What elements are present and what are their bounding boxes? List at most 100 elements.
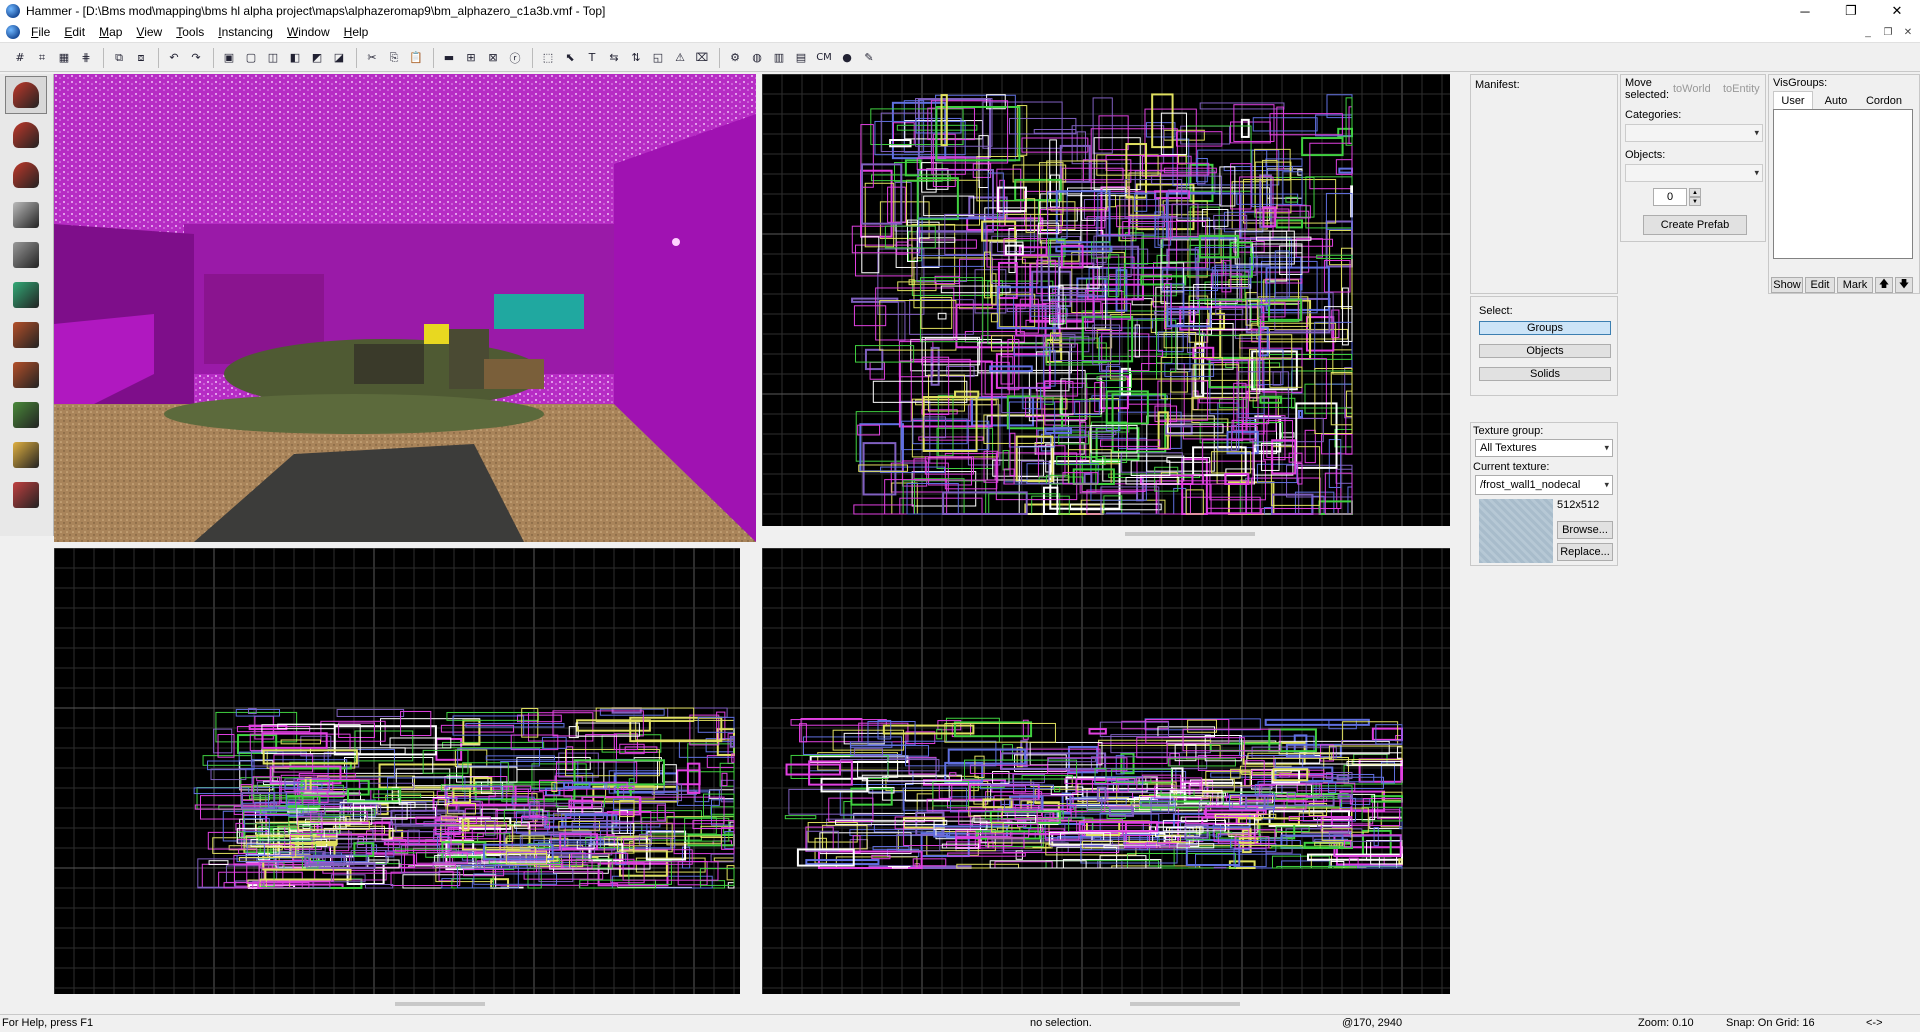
close-button[interactable]: ✕	[1874, 0, 1920, 22]
minimize-button[interactable]: ─	[1782, 0, 1828, 22]
check-problems-icon[interactable]: ⚠	[670, 48, 690, 68]
grid-dots-icon[interactable]: ▦	[54, 48, 74, 68]
cut-icon[interactable]: ✂	[362, 48, 382, 68]
status-bar: For Help, press F1 no selection. @170, 2…	[0, 1014, 1920, 1032]
current-texture-dropdown[interactable]: /frost_wall1_nodecal ▾	[1475, 475, 1613, 495]
map-properties-icon[interactable]: ⚙	[725, 48, 745, 68]
clipping-tool-button[interactable]	[5, 436, 47, 474]
entity-tool-button[interactable]	[5, 196, 47, 234]
toggle-texlock-icon[interactable]: ⊞	[461, 48, 481, 68]
menu-tools[interactable]: Tools	[169, 25, 211, 39]
objects-count-field[interactable]: 0	[1653, 188, 1687, 206]
categories-label: Categories:	[1625, 109, 1682, 121]
cordon-icon[interactable]: ⌧	[692, 48, 712, 68]
apply-texture-button[interactable]	[5, 316, 47, 354]
top-view-scrollbar[interactable]	[1125, 532, 1255, 536]
visgroup-edit-button[interactable]: Edit	[1805, 277, 1835, 293]
front-view-scrollbar[interactable]	[395, 1002, 485, 1006]
top-2d-viewport[interactable]	[762, 74, 1450, 526]
flip-h-icon[interactable]: ⇆	[604, 48, 624, 68]
categories-dropdown[interactable]: ▾	[1625, 124, 1763, 142]
objects-dropdown[interactable]: ▾	[1625, 164, 1763, 182]
texture-group-dropdown[interactable]: All Textures ▾	[1475, 439, 1613, 457]
hollow-icon[interactable]: ▢	[241, 48, 261, 68]
spin-down-button[interactable]: ▼	[1689, 197, 1701, 206]
browse-button[interactable]: Browse...	[1557, 521, 1613, 539]
menu-map[interactable]: Map	[92, 25, 129, 39]
decal-tool-button[interactable]	[5, 356, 47, 394]
menu-view[interactable]: View	[129, 25, 169, 39]
select-groups-button[interactable]: Groups	[1479, 321, 1611, 335]
visgroup-show-button[interactable]: Show	[1771, 277, 1803, 293]
to-world-button[interactable]: toWorld	[1673, 83, 1711, 95]
toggle-texscale-icon[interactable]: ⊠	[483, 48, 503, 68]
toggle-3d-grid-icon[interactable]: ◍	[747, 48, 767, 68]
visgroup-mark-button[interactable]: Mark	[1837, 277, 1873, 293]
status-help: For Help, press F1	[2, 1017, 94, 1029]
camera-3d-viewport[interactable]	[54, 74, 756, 542]
grid-toggle-icon[interactable]: #	[10, 48, 30, 68]
ignore-groups-icon[interactable]: ⓡ	[505, 48, 525, 68]
toggle-sprites-icon[interactable]: ▤	[791, 48, 811, 68]
menu-window[interactable]: Window	[280, 25, 337, 39]
magnify-tool-button[interactable]	[5, 116, 47, 154]
side-2d-viewport[interactable]	[762, 548, 1450, 994]
draw-mode-icon[interactable]: ✎	[859, 48, 879, 68]
grid-3d-icon[interactable]: ⌗	[32, 48, 52, 68]
selection-box-icon[interactable]: ⬚	[538, 48, 558, 68]
visgroup-up-button[interactable]: 🡅	[1875, 277, 1893, 293]
select-solids-button[interactable]: Solids	[1479, 367, 1611, 381]
menu-help[interactable]: Help	[337, 25, 376, 39]
grid-hash-icon[interactable]: ⋕	[76, 48, 96, 68]
restore-button[interactable]: ❐	[1828, 0, 1874, 22]
document-icon[interactable]	[6, 25, 20, 39]
menu-edit[interactable]: Edit	[57, 25, 92, 39]
entity-report-icon[interactable]: ◱	[648, 48, 668, 68]
toolbar-separator	[213, 47, 214, 68]
toolbar-separator	[719, 47, 720, 68]
redo-icon[interactable]: ↷	[186, 48, 206, 68]
hide-icon[interactable]: ◩	[307, 48, 327, 68]
tab-auto[interactable]: Auto	[1815, 93, 1857, 109]
chevron-down-icon: ▾	[1754, 167, 1759, 178]
paste-icon[interactable]: 📋	[406, 48, 426, 68]
overlay-tool-button[interactable]	[5, 396, 47, 434]
front-2d-viewport[interactable]	[54, 548, 740, 994]
carve-icon[interactable]: ▣	[219, 48, 239, 68]
create-prefab-button[interactable]: Create Prefab	[1643, 215, 1747, 235]
mdi-restore-button[interactable]: ❐	[1880, 24, 1896, 40]
to-entity-button[interactable]: toEntity	[1723, 83, 1760, 95]
side-view-scrollbar[interactable]	[1130, 1002, 1240, 1006]
text-tool-icon[interactable]: T	[582, 48, 602, 68]
compile-icon[interactable]: ●	[837, 48, 857, 68]
texture-application-button[interactable]	[5, 276, 47, 314]
select-objects-button[interactable]: Objects	[1479, 344, 1611, 358]
wireframe-icon[interactable]: ▬	[439, 48, 459, 68]
camera-tool-button[interactable]	[5, 156, 47, 194]
group-icon[interactable]: ⧉	[109, 48, 129, 68]
menu-instancing[interactable]: Instancing	[211, 25, 280, 39]
block-tool-button[interactable]	[5, 236, 47, 274]
select-cursor-icon[interactable]: ⬉	[560, 48, 580, 68]
flip-v-icon[interactable]: ⇅	[626, 48, 646, 68]
selection-tool-button[interactable]	[5, 76, 47, 114]
vertex-tool-button[interactable]	[5, 476, 47, 514]
mdi-close-button[interactable]: ✕	[1900, 24, 1916, 40]
move-to-world-icon[interactable]: ◧	[285, 48, 305, 68]
visgroup-list[interactable]	[1773, 109, 1913, 259]
tie-to-entity-icon[interactable]: ◫	[263, 48, 283, 68]
ungroup-icon[interactable]: ⧈	[131, 48, 151, 68]
spin-up-button[interactable]: ▲	[1689, 188, 1701, 197]
tab-cordon[interactable]: Cordon	[1859, 93, 1909, 109]
tab-user[interactable]: User	[1773, 91, 1813, 109]
toggle-models-icon[interactable]: ▥	[769, 48, 789, 68]
cm-icon[interactable]: CM	[813, 48, 835, 68]
undo-icon[interactable]: ↶	[164, 48, 184, 68]
replace-button[interactable]: Replace...	[1557, 543, 1613, 561]
visgroup-down-button[interactable]: 🡇	[1895, 277, 1913, 293]
unhide-icon[interactable]: ◪	[329, 48, 349, 68]
texture-preview[interactable]	[1479, 499, 1553, 563]
menu-file[interactable]: File	[24, 25, 57, 39]
copy-icon[interactable]: ⎘	[384, 48, 404, 68]
mdi-minimize-button[interactable]: _	[1860, 24, 1876, 40]
